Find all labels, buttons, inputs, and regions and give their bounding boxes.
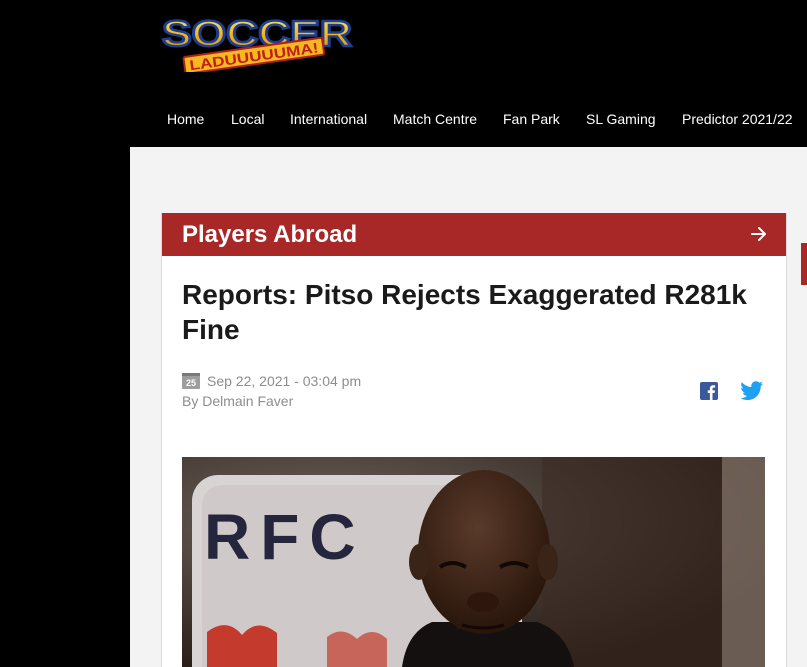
calendar-icon: 25 <box>182 373 200 389</box>
article-photo[interactable]: RFC <box>182 457 765 667</box>
nav-home[interactable]: Home <box>167 110 204 128</box>
sign-text: RFC <box>204 501 366 573</box>
coach-photo-image: RFC <box>182 457 765 667</box>
arrow-right-icon[interactable] <box>748 223 770 245</box>
article-date: Sep 22, 2021 - 03:04 pm <box>207 373 362 389</box>
section-header[interactable]: Players Abroad <box>162 213 786 256</box>
nav-predictor[interactable]: Predictor 2021/22 <box>682 110 793 128</box>
nav-local[interactable]: Local <box>231 110 264 128</box>
nav-sl-gaming[interactable]: SL Gaming <box>586 110 656 128</box>
nav-fan-park[interactable]: Fan Park <box>503 110 560 128</box>
soccer-laduma-logo[interactable]: SOCCER LADUUUUUMA! <box>160 12 356 72</box>
facebook-icon[interactable] <box>699 381 719 401</box>
article-headline: Reports: Pitso Rejects Exaggerated R281k… <box>182 279 747 345</box>
article-card: Players Abroad Reports: Pitso Rejects Ex… <box>161 213 787 667</box>
nav-match-centre[interactable]: Match Centre <box>393 110 477 128</box>
calendar-day: 25 <box>186 378 196 388</box>
twitter-icon[interactable] <box>740 381 764 401</box>
article-author[interactable]: By Delmain Faver <box>182 393 293 409</box>
nav-international[interactable]: International <box>290 110 367 128</box>
main-nav: Home Local International Match Centre Fa… <box>0 110 807 130</box>
sidebar-section-tab <box>801 243 807 285</box>
section-title[interactable]: Players Abroad <box>182 221 357 249</box>
